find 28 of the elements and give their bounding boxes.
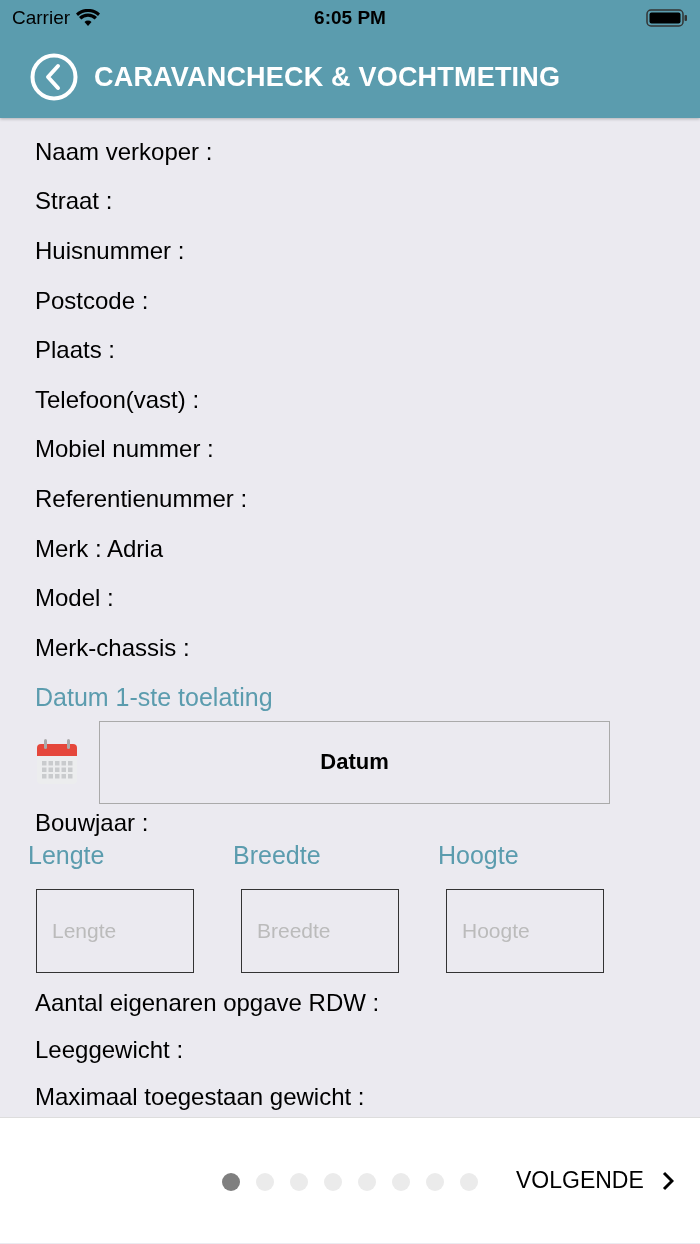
field-label: Bouwjaar : bbox=[35, 809, 149, 838]
screen-title: CARAVANCHECK & VOCHTMETING bbox=[94, 61, 561, 93]
field-label: Mobiel nummer : bbox=[35, 435, 214, 464]
battery-icon bbox=[646, 8, 688, 28]
date-button[interactable]: Datum bbox=[99, 720, 610, 804]
chevron-icon bbox=[661, 1170, 674, 1191]
carrier-label: Carrier bbox=[12, 7, 71, 29]
field-label: Referentienummer : bbox=[35, 484, 248, 513]
field-label: Straat : bbox=[35, 187, 113, 216]
field-label: Plaats : bbox=[35, 336, 116, 365]
field-label: Naam verkoper : bbox=[35, 137, 213, 166]
field-label: Leeggewicht : bbox=[35, 1035, 184, 1064]
field-label: Telefoon(vast) : bbox=[35, 385, 200, 414]
field-label: Merk-chassis : bbox=[35, 633, 190, 662]
field-label: Model : bbox=[35, 584, 114, 613]
section-label: Datum 1-ste toelating bbox=[35, 682, 273, 712]
next-button[interactable]: VOLGENDE bbox=[516, 1167, 674, 1194]
clock-time: 6:05 PM bbox=[313, 7, 387, 29]
dimension-label: Lengte bbox=[28, 840, 105, 870]
dimension-label: Breedte bbox=[233, 840, 321, 870]
back-button[interactable] bbox=[30, 53, 78, 101]
field-label: Maximaal toegestaan gewicht : bbox=[35, 1082, 365, 1111]
field-label: Aantal eigenaren opgave RDW : bbox=[35, 988, 380, 1017]
field-label: Huisnummer : bbox=[35, 237, 185, 265]
dimension-label: Hoogte bbox=[438, 840, 519, 870]
wifi-icon bbox=[76, 9, 101, 27]
field-label: Merk : Adria bbox=[35, 534, 164, 563]
field-label: Postcode : bbox=[35, 286, 149, 315]
